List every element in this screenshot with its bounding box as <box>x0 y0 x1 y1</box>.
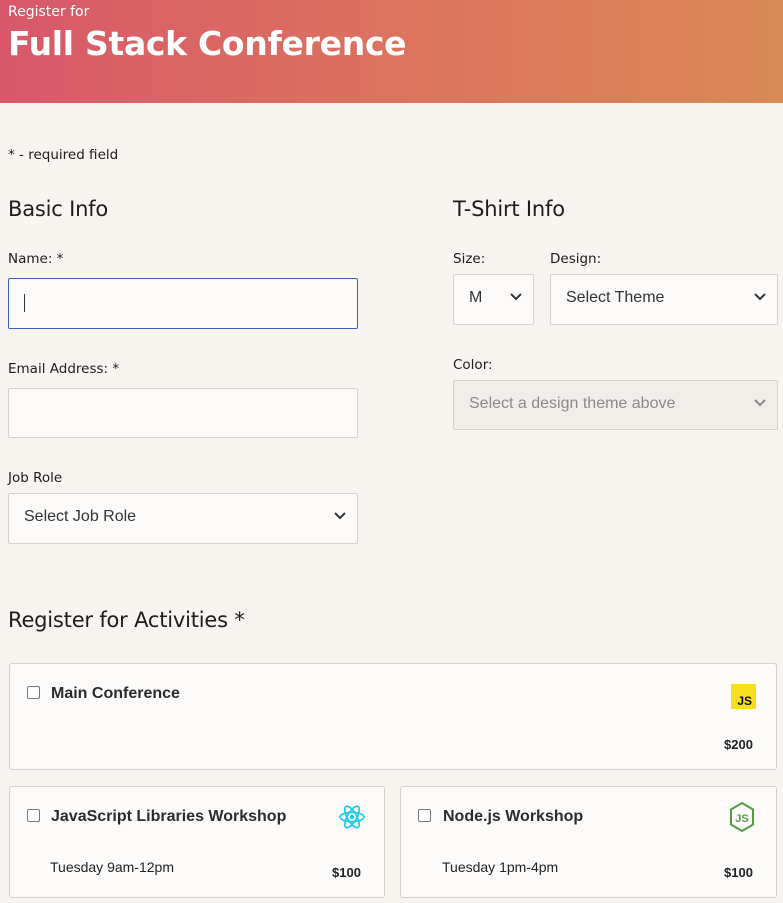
color-select[interactable]: Select a design theme above <box>453 380 778 430</box>
page-title: Full Stack Conference <box>8 24 407 63</box>
activity-checkbox[interactable] <box>27 686 40 699</box>
required-mark: * <box>234 608 245 632</box>
text-caret <box>24 294 25 312</box>
activities-heading-text: Register for Activities <box>8 608 228 632</box>
design-label: Design: <box>550 251 602 267</box>
email-field[interactable] <box>8 388 358 438</box>
activity-card-main-conference[interactable]: Main Conference JS $200 <box>9 663 777 770</box>
design-selected: Select Theme <box>566 289 665 306</box>
chevron-down-icon <box>754 293 766 301</box>
chevron-down-icon <box>754 399 766 407</box>
activity-time: Tuesday 1pm-4pm <box>442 859 559 875</box>
job-role-label: Job Role <box>8 470 63 486</box>
color-selected: Select a design theme above <box>469 395 676 412</box>
job-role-selected: Select Job Role <box>24 508 137 525</box>
tshirt-info-heading: T-Shirt Info <box>453 197 565 221</box>
size-selected: M <box>469 289 483 306</box>
page-header: Register for Full Stack Conference <box>0 0 783 103</box>
size-select[interactable]: M <box>453 274 534 325</box>
chevron-down-icon <box>334 512 346 520</box>
activity-price: $200 <box>724 737 753 752</box>
job-role-select[interactable]: Select Job Role <box>8 493 358 544</box>
activity-checkbox[interactable] <box>418 809 431 822</box>
svg-text:JS: JS <box>735 813 748 825</box>
name-label: Name: * <box>8 251 64 267</box>
activity-name: JavaScript Libraries Workshop <box>51 808 287 825</box>
size-label: Size: <box>453 251 486 267</box>
activity-name: Node.js Workshop <box>443 808 584 825</box>
svg-text:JS: JS <box>737 694 752 708</box>
required-field-note: * - required field <box>8 147 119 163</box>
activity-price: $100 <box>332 865 361 880</box>
chevron-down-icon <box>510 293 522 301</box>
react-icon <box>339 805 365 829</box>
activity-card-nodejs[interactable]: Node.js Workshop JS Tuesday 1pm-4pm $100 <box>400 786 777 898</box>
name-field[interactable] <box>8 278 358 329</box>
design-select[interactable]: Select Theme <box>550 274 778 325</box>
activity-card-js-libraries[interactable]: JavaScript Libraries Workshop Tuesday 9a… <box>9 786 385 898</box>
color-label: Color: <box>453 357 493 373</box>
js-icon: JS <box>731 684 756 709</box>
activity-checkbox[interactable] <box>27 809 40 822</box>
header-pre-title: Register for <box>8 4 90 20</box>
nodejs-icon: JS <box>730 801 754 833</box>
activity-price: $100 <box>724 865 753 880</box>
email-label: Email Address: * <box>8 361 120 377</box>
activity-time: Tuesday 9am-12pm <box>50 859 174 875</box>
activity-name: Main Conference <box>51 685 180 702</box>
activities-heading: Register for Activities * <box>8 608 245 632</box>
basic-info-heading: Basic Info <box>8 197 109 221</box>
